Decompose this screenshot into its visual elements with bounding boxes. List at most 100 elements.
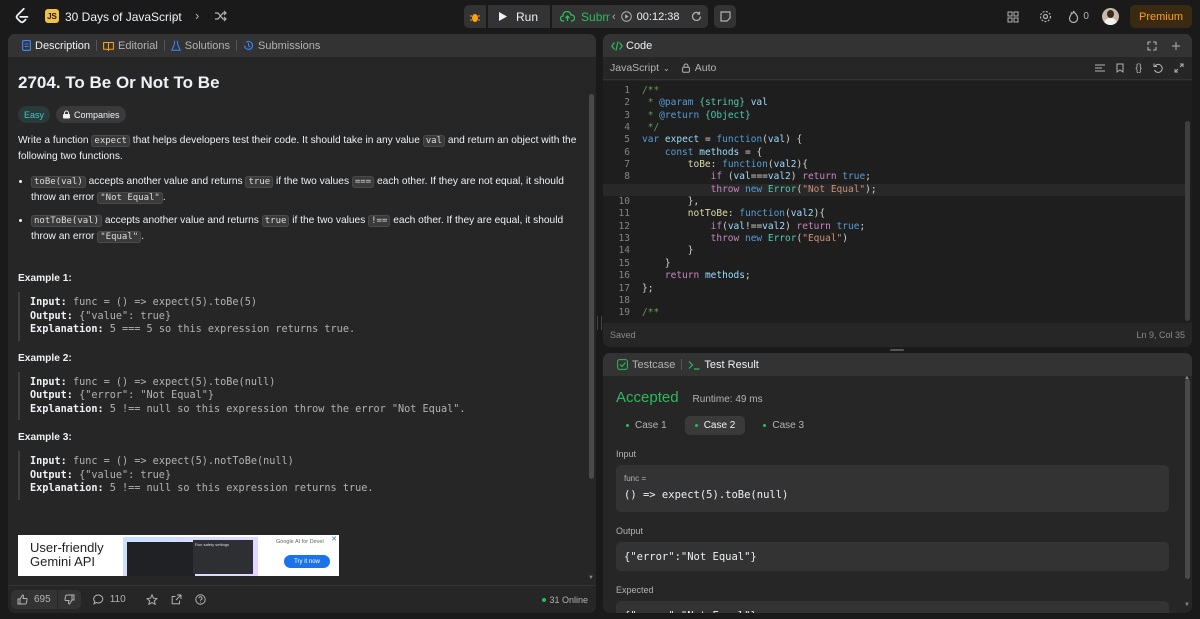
avatar[interactable] xyxy=(1101,8,1119,25)
function-list: toBe(val) accepts another value and retu… xyxy=(18,174,578,245)
result-scrollbar[interactable] xyxy=(1185,379,1190,579)
language-select[interactable]: JavaScript xyxy=(610,62,659,74)
intro-text: that helps developers test their code. I… xyxy=(129,135,423,146)
companies-tag[interactable]: Companies xyxy=(56,106,126,123)
tab-test-result[interactable]: Test Result xyxy=(682,359,764,371)
list-item: notToBe(val) accepts another value and r… xyxy=(31,213,578,245)
advertisement-banner[interactable]: User-friendly Gemini API Run safety setti… xyxy=(18,535,339,576)
format-icon[interactable] xyxy=(1095,64,1106,73)
line-number: 13 xyxy=(618,233,630,245)
tab-editorial[interactable]: Editorial xyxy=(97,40,164,52)
code-brackets-icon xyxy=(611,40,623,51)
share-icon[interactable] xyxy=(171,594,182,605)
top-right-actions: 0 Premium xyxy=(1007,5,1192,28)
editor-actions: {} xyxy=(1095,63,1184,74)
description-panel: Description Editorial Solutions Submissi… xyxy=(8,34,596,613)
maximize-icon[interactable] xyxy=(1147,40,1157,51)
tab-testcase[interactable]: Testcase xyxy=(611,359,681,371)
timer[interactable]: ‹ 00:12:38 xyxy=(610,5,708,28)
case-2-tab[interactable]: Case 2 xyxy=(684,416,746,435)
dislike-button[interactable] xyxy=(57,590,81,609)
like-count: 695 xyxy=(34,594,51,605)
collapse-panel-icon[interactable] xyxy=(1171,41,1181,51)
problem-intro: Write a function expect that helps devel… xyxy=(18,133,578,164)
horizontal-splitter[interactable] xyxy=(890,349,904,351)
case-label: Case 3 xyxy=(772,420,805,431)
help-icon[interactable] xyxy=(194,594,206,605)
mode-label[interactable]: Auto xyxy=(695,62,717,74)
scroll-up-icon[interactable]: ▲ xyxy=(1184,375,1190,381)
vertical-splitter[interactable] xyxy=(597,316,602,330)
list-text: if the two values xyxy=(289,215,369,226)
leetcode-logo-icon[interactable] xyxy=(13,7,31,25)
output-label: Output: xyxy=(30,469,73,481)
code-content[interactable]: /** * @param {string} val * @return {Obj… xyxy=(642,85,877,320)
flask-icon xyxy=(170,40,181,51)
like-button[interactable]: 695 xyxy=(11,590,57,609)
ad-close-icon[interactable]: ✕ xyxy=(331,535,337,543)
example-explanation: 5 === 5 so this expression returns true. xyxy=(109,324,356,335)
star-icon[interactable] xyxy=(145,593,158,606)
verdict: Accepted Runtime: 49 ms xyxy=(616,389,1192,406)
expand-editor-icon[interactable] xyxy=(1174,63,1184,73)
comment-icon xyxy=(92,594,103,605)
settings-gear-icon[interactable] xyxy=(1039,10,1052,23)
prev-problem-icon[interactable]: ‹ xyxy=(172,8,176,23)
tab-testcase-label: Testcase xyxy=(632,358,676,371)
ad-line-1: User-friendly xyxy=(30,540,104,555)
scroll-down-icon[interactable]: ▼ xyxy=(588,575,594,581)
line-number: 8 xyxy=(624,171,630,183)
code-editor[interactable]: 12345678910111213141516171819 /** * @par… xyxy=(603,81,1192,323)
input-value: () => expect(5).toBe(null) xyxy=(624,489,789,501)
cursor-position: Ln 9, Col 35 xyxy=(1136,330,1185,340)
reset-timer-icon[interactable] xyxy=(691,11,702,22)
tab-solutions[interactable]: Solutions xyxy=(165,40,236,52)
book-icon xyxy=(103,41,114,51)
notes-button[interactable] xyxy=(714,5,736,28)
braces-icon[interactable]: {} xyxy=(1135,63,1142,74)
list-badge-icon[interactable]: JS xyxy=(45,9,59,23)
debug-button[interactable] xyxy=(464,5,486,28)
inline-code: !== xyxy=(368,215,391,227)
run-group: Run Submit xyxy=(464,5,629,28)
tab-description[interactable]: Description xyxy=(16,40,96,52)
code-panel: Code JavaScript ⌄ Auto {} 12345678910111… xyxy=(603,34,1192,347)
chevron-down-icon[interactable]: ⌄ xyxy=(663,64,670,73)
layout-grid-icon[interactable] xyxy=(1007,11,1019,23)
premium-button[interactable]: Premium xyxy=(1129,5,1192,28)
output-value: {"error":"Not Equal"} xyxy=(616,542,1169,571)
timer-play-icon[interactable] xyxy=(620,11,632,22)
editor-toolbar: JavaScript ⌄ Auto {} xyxy=(603,57,1192,80)
history-icon xyxy=(243,40,254,50)
description-scrollbar[interactable] xyxy=(589,94,594,479)
input-label: Input xyxy=(616,449,637,459)
inline-code: val xyxy=(422,135,445,147)
reset-code-icon[interactable] xyxy=(1153,63,1163,73)
run-button[interactable]: Run xyxy=(488,5,551,28)
streak-flame-icon[interactable] xyxy=(1068,10,1079,23)
shuffle-icon[interactable] xyxy=(214,10,227,22)
case-label: Case 2 xyxy=(703,420,736,431)
example-heading: Example 2: xyxy=(18,352,72,364)
problem-title[interactable]: 2704. To Be Or Not To Be xyxy=(18,73,578,93)
ad-cta-button[interactable]: Try it now xyxy=(284,555,330,568)
verdict-status: Accepted xyxy=(616,389,679,406)
tab-submissions[interactable]: Submissions xyxy=(237,40,326,52)
next-problem-icon[interactable]: › xyxy=(195,8,199,23)
editor-scrollbar[interactable] xyxy=(1185,121,1190,321)
lock-icon xyxy=(681,63,690,73)
list-text: if the two values xyxy=(273,176,352,187)
collapse-timer-icon[interactable]: ‹ xyxy=(612,11,616,23)
bookmark-icon[interactable] xyxy=(1116,63,1124,73)
case-3-tab[interactable]: Case 3 xyxy=(753,416,814,435)
comments-button[interactable]: 110 xyxy=(92,594,126,605)
scroll-down-icon[interactable]: ▼ xyxy=(1184,602,1190,608)
line-number: 12 xyxy=(618,220,630,232)
case-1-tab[interactable]: Case 1 xyxy=(616,416,677,435)
example-heading: Example 3: xyxy=(18,432,72,443)
ad-brand: Google AI for Devel xyxy=(276,539,324,545)
play-icon xyxy=(499,12,507,21)
tab-description-label: Description xyxy=(35,39,91,52)
problem-list-title[interactable]: 30 Days of JavaScript xyxy=(65,10,182,24)
ad-line-2: Gemini API xyxy=(30,554,96,569)
